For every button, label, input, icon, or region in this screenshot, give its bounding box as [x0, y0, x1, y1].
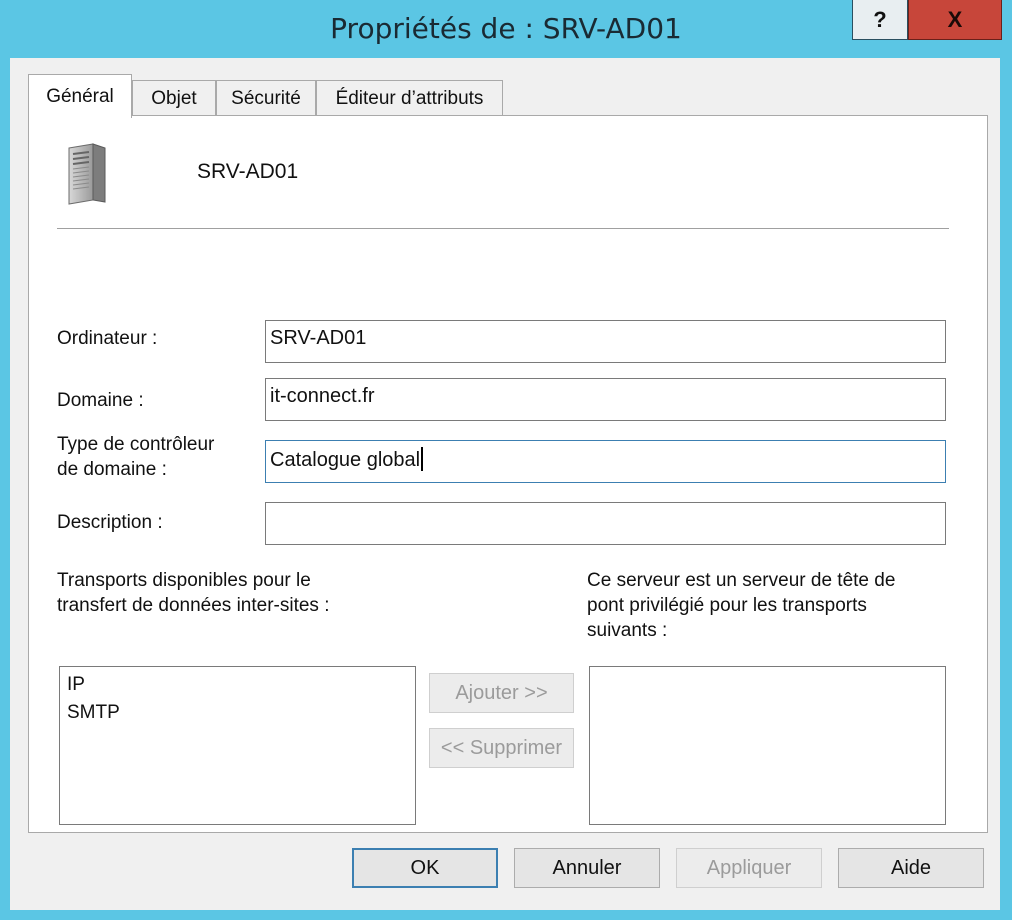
title-bar[interactable]: Propriétés de : SRV-AD01 ? X: [0, 0, 1012, 58]
description-label: Description :: [57, 512, 163, 533]
server-name-heading: SRV-AD01: [197, 160, 299, 183]
computer-label: Ordinateur :: [57, 328, 158, 349]
tab-object[interactable]: Objet: [132, 80, 216, 116]
general-tab-panel: SRV-AD01 Ordinateur : SRV-AD01 Domaine :…: [28, 115, 988, 833]
bridgehead-label-line1: Ce serveur est un serveur de tête de: [587, 570, 896, 591]
server-tower-icon: [68, 143, 106, 205]
help-button[interactable]: Aide: [838, 848, 984, 888]
list-item[interactable]: SMTP: [67, 699, 408, 727]
cancel-button[interactable]: Annuler: [514, 848, 660, 888]
bridgehead-label: Ce serveur est un serveur de tête de pon…: [587, 568, 895, 643]
transports-label-line1: Transports disponibles pour le: [57, 570, 311, 591]
ok-button[interactable]: OK: [352, 848, 498, 888]
available-transports-list[interactable]: IP SMTP: [59, 666, 416, 825]
domain-field[interactable]: it-connect.fr: [265, 378, 946, 421]
bridgehead-label-line3: suivants :: [587, 620, 668, 641]
close-button[interactable]: X: [908, 0, 1002, 40]
add-transport-button[interactable]: Ajouter >>: [429, 673, 574, 713]
dialog-body: Général Objet Sécurité Éditeur d’attribu…: [10, 58, 1000, 910]
text-caret: [421, 447, 424, 471]
dc-type-label: Type de contrôleur de domaine :: [57, 432, 214, 482]
transports-label-line2: transfert de données inter-sites :: [57, 595, 330, 616]
separator: [57, 228, 949, 230]
tab-security[interactable]: Sécurité: [216, 80, 316, 116]
remove-transport-button[interactable]: << Supprimer: [429, 728, 574, 768]
list-item[interactable]: IP: [67, 671, 408, 699]
computer-field[interactable]: SRV-AD01: [265, 320, 946, 363]
domain-label: Domaine :: [57, 390, 144, 411]
transports-label: Transports disponibles pour le transfert…: [57, 568, 329, 618]
tab-attribute-editor[interactable]: Éditeur d’attributs: [316, 80, 503, 116]
bridgehead-label-line2: pont privilégié pour les transports: [587, 595, 867, 616]
dc-type-label-line2: de domaine :: [57, 459, 167, 480]
description-field[interactable]: [265, 502, 946, 545]
apply-button[interactable]: Appliquer: [676, 848, 822, 888]
help-question-button[interactable]: ?: [852, 0, 908, 40]
dc-type-label-line1: Type de contrôleur: [57, 434, 215, 455]
tab-general[interactable]: Général: [28, 74, 132, 118]
bridgehead-transports-list[interactable]: [589, 666, 946, 825]
dc-type-value: Catalogue global: [270, 449, 421, 471]
dc-type-field[interactable]: Catalogue global: [265, 440, 946, 483]
